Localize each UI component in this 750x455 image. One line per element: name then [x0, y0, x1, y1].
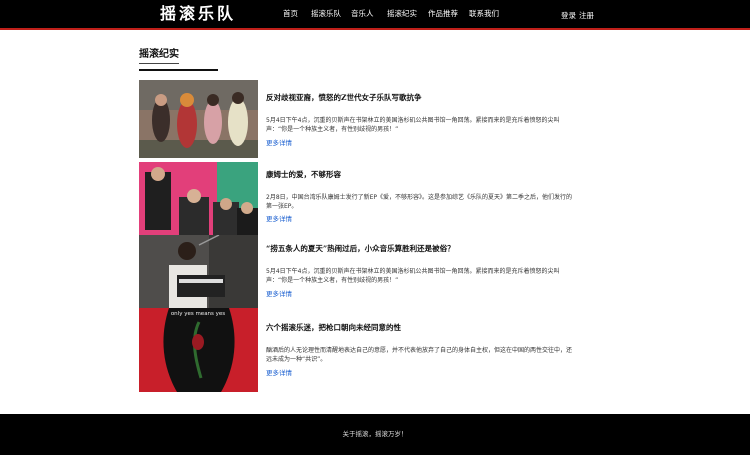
article-thumbnail-band-photo[interactable]: [139, 162, 258, 240]
login-link[interactable]: 登录: [561, 11, 576, 21]
nav-item-recommendations[interactable]: 作品推荐: [428, 9, 458, 19]
band-photo-image: [139, 80, 258, 158]
article-summary: 5月4日下午4点，沉重的贝斯声在书架林立的美国洛杉矶公共图书馆一角回荡。紧接而来…: [266, 268, 560, 284]
nav-item-home[interactable]: 首页: [283, 9, 298, 19]
main-nav: 首页 摇滚乐队 音乐人 摇滚纪实 作品推荐 联系我们: [0, 0, 750, 30]
article-title[interactable]: 六个摇滚乐迷，把枪口朝向未经同意的性: [266, 323, 401, 333]
article-title[interactable]: “捞五条人的夏天”热闹过后，小众音乐算胜利还是被俗？: [266, 244, 455, 254]
section-title: 摇滚纪实: [139, 49, 179, 60]
section-title-accent-line: [139, 63, 179, 64]
article-thumbnail-poster[interactable]: only yes means yes: [139, 308, 258, 392]
article-title[interactable]: 反对歧视亚裔，愤怒的Z世代女子乐队写歌抗争: [266, 93, 421, 103]
article-more-link[interactable]: 更多详情: [266, 215, 292, 224]
band-photo-image: [139, 162, 258, 240]
article-item: 反对歧视亚裔，愤怒的Z世代女子乐队写歌抗争 5月4日下午4点，沉重的贝斯声在书架…: [139, 80, 579, 158]
article-summary: 酗酒后的人无论理性而清醒地表达自己的意愿，并不代表他放弃了自己的身体自主权，但这…: [266, 347, 573, 363]
article-more-link[interactable]: 更多详情: [266, 369, 292, 378]
article-summary: 5月4日下午4点，沉重的贝斯声在书架林立的美国洛杉矶公共图书馆一角回荡。紧接而来…: [266, 117, 560, 133]
nav-item-bands[interactable]: 摇滚乐队: [311, 9, 341, 19]
nav-item-musicians[interactable]: 音乐人: [351, 9, 374, 19]
section-title-underline: [139, 69, 218, 71]
nav-item-contact[interactable]: 联系我们: [469, 9, 499, 19]
article-thumbnail-band-photo[interactable]: [139, 80, 258, 158]
poster-image: only yes means yes: [139, 308, 258, 392]
poster-slogan: only yes means yes: [171, 311, 225, 317]
article-thumbnail-performer-photo[interactable]: [139, 235, 258, 313]
article-item: 康姆士的爱，不够形容 2月8日，中国台湾乐队康姆士发行了新EP《爱，不够形容》。…: [139, 162, 579, 240]
article-summary: 2月8日，中国台湾乐队康姆士发行了新EP《爱，不够形容》。这是参加综艺《乐队的夏…: [266, 194, 573, 210]
article-title[interactable]: 康姆士的爱，不够形容: [266, 170, 341, 180]
nav-item-documentary[interactable]: 摇滚纪实: [387, 9, 417, 19]
performer-photo-image: [139, 235, 258, 313]
register-link[interactable]: 注册: [579, 11, 594, 21]
top-navigation-bar: 摇滚乐队 首页 摇滚乐队 音乐人 摇滚纪实 作品推荐 联系我们 登录 注册: [0, 0, 750, 30]
article-item: only yes means yes 六个摇滚乐迷，把枪口朝向未经同意的性 酗酒…: [139, 308, 579, 392]
article-more-link[interactable]: 更多详情: [266, 139, 292, 148]
footer: 关于摇滚，摇滚万岁！: [0, 414, 750, 455]
article-more-link[interactable]: 更多详情: [266, 290, 292, 299]
footer-text: 关于摇滚，摇滚万岁！: [342, 430, 408, 438]
article-item: “捞五条人的夏天”热闹过后，小众音乐算胜利还是被俗？ 5月4日下午4点，沉重的贝…: [139, 235, 579, 313]
